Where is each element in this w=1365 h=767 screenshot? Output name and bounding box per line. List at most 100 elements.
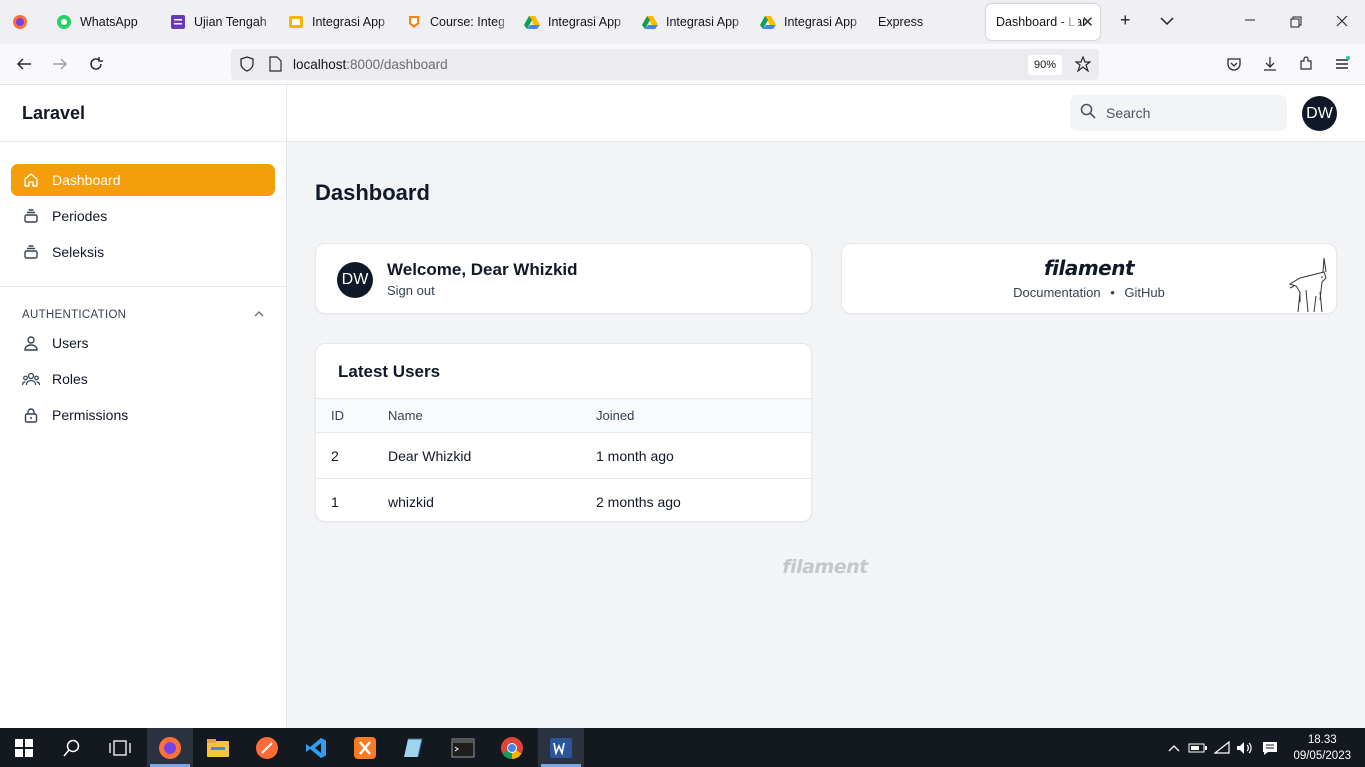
auth-nav: Users Roles Permissions bbox=[0, 327, 286, 431]
virtualbox-icon[interactable] bbox=[400, 734, 428, 762]
tab-label: Integrasi App bbox=[312, 15, 385, 29]
forward-icon[interactable] bbox=[50, 54, 70, 74]
table-title: Latest Users bbox=[338, 362, 441, 381]
restore-icon[interactable] bbox=[1290, 15, 1302, 31]
clock-date: 09/05/2023 bbox=[1293, 750, 1351, 762]
documentation-link[interactable]: Documentation bbox=[1013, 285, 1100, 300]
sidebar-item-permissions[interactable]: Permissions bbox=[11, 399, 275, 431]
drive-icon bbox=[760, 14, 776, 30]
zoom-level[interactable]: 90% bbox=[1028, 55, 1063, 75]
browser-tab-strip: WhatsApp Ujian Tengah S Integrasi App Co… bbox=[0, 0, 1365, 44]
user-avatar[interactable]: DW bbox=[1302, 96, 1337, 131]
column-header-name[interactable]: Name bbox=[388, 398, 596, 433]
column-header-joined[interactable]: Joined bbox=[596, 398, 811, 433]
firefox-icon[interactable] bbox=[156, 734, 184, 762]
tab-ujian[interactable]: Ujian Tengah S bbox=[160, 0, 278, 44]
firefox-icon bbox=[12, 14, 28, 30]
cell-id: 2 bbox=[316, 432, 388, 479]
task-view-icon[interactable] bbox=[106, 734, 134, 762]
shield-icon[interactable] bbox=[237, 54, 257, 74]
terminal-icon[interactable] bbox=[449, 734, 477, 762]
table-row[interactable]: 1 whizkid 2 months ago bbox=[316, 479, 811, 522]
search-input[interactable] bbox=[1106, 105, 1266, 121]
tab-integrasi-slides[interactable]: Integrasi App bbox=[278, 0, 396, 44]
filament-logo[interactable]: filament bbox=[842, 256, 1336, 280]
battery-icon[interactable] bbox=[1184, 734, 1212, 762]
chevron-up-icon[interactable] bbox=[254, 309, 264, 321]
latest-users-table: ID Name Joined 2 Dear Whizkid 1 month ag… bbox=[316, 398, 811, 522]
firefox-menu-tab[interactable] bbox=[0, 0, 42, 44]
footer-filament-logo[interactable]: filament bbox=[287, 556, 1363, 578]
latest-users-table-card: Latest Users ID Name Joined 2 Dear Whizk… bbox=[315, 343, 812, 522]
url-path: :8000/dashboard bbox=[346, 57, 448, 72]
tab-list-chevron-icon[interactable] bbox=[1160, 13, 1174, 29]
brand-logo[interactable]: Laravel bbox=[22, 103, 85, 124]
sidebar-item-dashboard[interactable]: Dashboard bbox=[11, 164, 275, 196]
windows-start-icon[interactable] bbox=[10, 734, 38, 762]
sidebar-item-label: Users bbox=[52, 335, 89, 351]
chrome-icon[interactable] bbox=[498, 734, 526, 762]
table-row[interactable]: 2 Dear Whizkid 1 month ago bbox=[316, 432, 811, 479]
app-menu-icon[interactable] bbox=[1332, 54, 1352, 74]
cell-joined: 2 months ago bbox=[596, 493, 681, 510]
cell-id: 1 bbox=[331, 493, 339, 510]
sidebar-group-authentication[interactable]: AUTHENTICATION bbox=[0, 287, 286, 327]
sidebar-item-users[interactable]: Users bbox=[11, 327, 275, 359]
tab-integrasi-drive-3[interactable]: Integrasi App I bbox=[750, 0, 868, 44]
downloads-icon[interactable] bbox=[1260, 54, 1280, 74]
cell-name: Dear Whizkid bbox=[388, 432, 596, 479]
clock-time: 18.33 bbox=[1307, 734, 1337, 746]
tab-label: Integrasi App I bbox=[548, 15, 622, 29]
users-group-icon bbox=[22, 370, 40, 388]
drive-icon bbox=[642, 14, 658, 30]
table-header-row: ID Name Joined bbox=[316, 398, 811, 433]
search-box[interactable] bbox=[1070, 95, 1287, 131]
file-explorer-icon[interactable] bbox=[204, 734, 232, 762]
volume-icon[interactable] bbox=[1231, 734, 1259, 762]
word-icon[interactable] bbox=[547, 734, 575, 762]
tab-whatsapp[interactable]: WhatsApp bbox=[42, 0, 160, 44]
system-clock[interactable]: 18.33 09/05/2023 bbox=[1293, 732, 1351, 764]
back-icon[interactable] bbox=[14, 54, 34, 74]
sign-out-link[interactable]: Sign out bbox=[387, 283, 435, 298]
sidebar-item-label: Seleksis bbox=[52, 244, 105, 260]
minimize-icon[interactable] bbox=[1244, 13, 1256, 29]
sidebar: Laravel Dashboard Periodes Seleksis AUTH… bbox=[0, 85, 287, 728]
bookmark-star-icon[interactable] bbox=[1073, 54, 1093, 74]
home-icon bbox=[22, 171, 40, 189]
extensions-icon[interactable] bbox=[1296, 54, 1316, 74]
reload-icon[interactable] bbox=[86, 54, 106, 74]
welcome-title: Welcome, Dear Whizkid bbox=[387, 260, 578, 279]
sidebar-item-label: Dashboard bbox=[52, 172, 121, 188]
close-window-icon[interactable] bbox=[1336, 14, 1348, 30]
brand-bar: Laravel bbox=[0, 85, 286, 142]
column-header-id[interactable]: ID bbox=[316, 398, 388, 433]
filament-info-card: filament Documentation • GitHub bbox=[841, 243, 1337, 314]
url-host: localhost bbox=[293, 57, 347, 72]
tab-course[interactable]: Course: Integr bbox=[396, 0, 514, 44]
tab-dashboard[interactable]: Dashboard - Lar ✕ bbox=[986, 4, 1100, 40]
tab-integrasi-drive-1[interactable]: Integrasi App I bbox=[514, 0, 632, 44]
cell-name: whizkid bbox=[388, 493, 434, 510]
sidebar-nav: Dashboard Periodes Seleksis bbox=[0, 142, 286, 268]
forms-icon bbox=[170, 14, 186, 30]
close-tab-icon[interactable]: ✕ bbox=[1081, 13, 1094, 31]
sidebar-item-seleksis[interactable]: Seleksis bbox=[11, 236, 275, 268]
tab-integrasi-drive-2[interactable]: Integrasi App I bbox=[632, 0, 750, 44]
postman-icon[interactable] bbox=[253, 734, 281, 762]
github-link[interactable]: GitHub bbox=[1124, 285, 1164, 300]
notifications-icon[interactable] bbox=[1256, 734, 1284, 762]
tab-label: Integrasi App I bbox=[666, 15, 740, 29]
url-text[interactable]: localhost:8000/dashboard bbox=[293, 57, 448, 72]
whatsapp-icon bbox=[56, 14, 72, 30]
pocket-icon[interactable] bbox=[1224, 54, 1244, 74]
xampp-icon[interactable] bbox=[351, 734, 379, 762]
tab-express[interactable]: Express bbox=[868, 0, 986, 44]
stack-icon bbox=[22, 243, 40, 261]
sidebar-item-periodes[interactable]: Periodes bbox=[11, 200, 275, 232]
new-tab-icon[interactable]: + bbox=[1120, 10, 1131, 31]
stack-icon bbox=[22, 207, 40, 225]
vscode-icon[interactable] bbox=[302, 734, 330, 762]
sidebar-item-roles[interactable]: Roles bbox=[11, 363, 275, 395]
search-icon[interactable] bbox=[58, 734, 86, 762]
